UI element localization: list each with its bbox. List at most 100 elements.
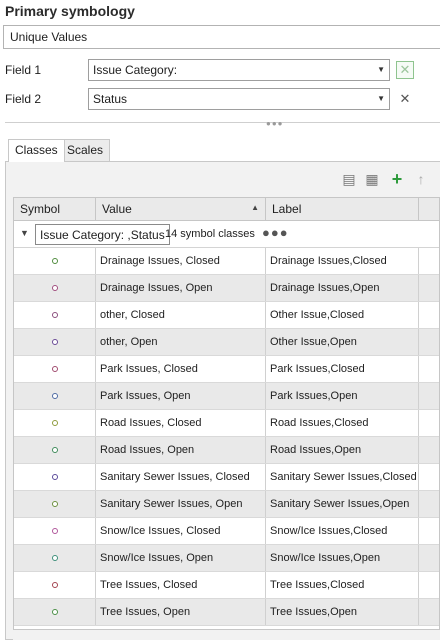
symbol-cell[interactable] bbox=[14, 410, 96, 436]
label-cell[interactable]: Park Issues,Closed bbox=[266, 356, 419, 382]
filler-cell bbox=[419, 545, 439, 571]
symbol-cell[interactable] bbox=[14, 248, 96, 274]
field1-value: Issue Category: bbox=[93, 63, 178, 77]
table-row[interactable]: other, Closed Other Issue,Closed bbox=[14, 302, 439, 329]
table-row[interactable]: Tree Issues, Closed Tree Issues,Closed bbox=[14, 572, 439, 599]
point-symbol-icon[interactable] bbox=[51, 447, 58, 453]
symbol-cell[interactable] bbox=[14, 491, 96, 517]
label-cell[interactable]: Drainage Issues,Open bbox=[266, 275, 419, 301]
column-header-symbol[interactable]: Symbol bbox=[14, 198, 96, 220]
filler-cell bbox=[419, 599, 439, 625]
table-row[interactable]: Snow/Ice Issues, Closed Snow/Ice Issues,C… bbox=[14, 518, 439, 545]
label-cell[interactable]: Road Issues,Open bbox=[266, 437, 419, 463]
import-symbology-icon[interactable]: ▦ bbox=[363, 170, 381, 188]
label-cell[interactable]: Snow/Ice Issues,Closed bbox=[266, 518, 419, 544]
filler-cell bbox=[419, 248, 439, 274]
table-view-icon[interactable]: ▤ bbox=[340, 170, 358, 188]
symbol-cell[interactable] bbox=[14, 437, 96, 463]
value-cell: Snow/Ice Issues, Open bbox=[96, 545, 266, 571]
add-class-icon[interactable]: + bbox=[388, 169, 406, 189]
label-cell[interactable]: Road Issues,Closed bbox=[266, 410, 419, 436]
point-symbol-icon[interactable] bbox=[51, 285, 58, 291]
group-header: ▼ Issue Category: ,Status 14 symbol clas… bbox=[14, 221, 439, 248]
filler-cell bbox=[419, 383, 439, 409]
symbol-cell[interactable] bbox=[14, 302, 96, 328]
point-symbol-icon[interactable] bbox=[51, 312, 58, 318]
point-symbol-icon[interactable] bbox=[51, 501, 58, 507]
table-row[interactable]: Drainage Issues, Open Drainage Issues,Ope… bbox=[14, 275, 439, 302]
table-row[interactable]: Park Issues, Open Park Issues,Open bbox=[14, 383, 439, 410]
symbol-cell[interactable] bbox=[14, 599, 96, 625]
symbol-cell[interactable] bbox=[14, 518, 96, 544]
label-cell[interactable]: Tree Issues,Closed bbox=[266, 572, 419, 598]
value-cell: Park Issues, Open bbox=[96, 383, 266, 409]
label-cell[interactable]: Other Issue,Open bbox=[266, 329, 419, 355]
chevron-down-icon: ▼ bbox=[377, 94, 385, 103]
value-cell: Sanitary Sewer Issues, Closed bbox=[96, 464, 266, 490]
point-symbol-icon[interactable] bbox=[51, 339, 58, 345]
symbol-cell[interactable] bbox=[14, 545, 96, 571]
symbol-cell[interactable] bbox=[14, 329, 96, 355]
point-symbol-icon[interactable] bbox=[51, 555, 58, 561]
label-cell[interactable]: Park Issues,Open bbox=[266, 383, 419, 409]
field2-label: Field 2 bbox=[5, 92, 42, 106]
splitter[interactable] bbox=[5, 122, 440, 123]
label-cell[interactable]: Drainage Issues,Closed bbox=[266, 248, 419, 274]
filler-cell bbox=[419, 356, 439, 382]
point-symbol-icon[interactable] bbox=[51, 420, 58, 426]
clear-field1-icon[interactable]: ✕ bbox=[396, 61, 414, 79]
label-cell[interactable]: Sanitary Sewer Issues,Open bbox=[266, 491, 419, 517]
table-row[interactable]: Tree Issues, Open Tree Issues,Open bbox=[14, 599, 439, 626]
point-symbol-icon[interactable] bbox=[51, 258, 58, 264]
filler-cell bbox=[419, 410, 439, 436]
more-options-icon[interactable]: ●●● bbox=[262, 225, 289, 240]
filler-cell bbox=[419, 518, 439, 544]
move-up-icon[interactable]: ↑ bbox=[412, 170, 430, 188]
value-cell: other, Closed bbox=[96, 302, 266, 328]
column-header-value-label: Value bbox=[102, 202, 132, 216]
field1-combo[interactable]: Issue Category: ▼ bbox=[88, 59, 390, 81]
label-cell[interactable]: Tree Issues,Open bbox=[266, 599, 419, 625]
table-row[interactable]: Drainage Issues, Closed Drainage Issues,C… bbox=[14, 248, 439, 275]
value-cell: Drainage Issues, Open bbox=[96, 275, 266, 301]
renderer-select[interactable]: Unique Values bbox=[3, 25, 440, 49]
collapse-chevron-icon[interactable]: ▼ bbox=[20, 228, 29, 238]
column-header-label[interactable]: Label bbox=[266, 198, 419, 220]
column-header-value[interactable]: Value ▲ bbox=[96, 198, 266, 220]
point-symbol-icon[interactable] bbox=[51, 393, 58, 399]
label-cell[interactable]: Snow/Ice Issues,Open bbox=[266, 545, 419, 571]
table-row[interactable]: Park Issues, Closed Park Issues,Closed bbox=[14, 356, 439, 383]
classes-grid: Symbol Value ▲ Label ▼ Issue Category: ,… bbox=[13, 197, 440, 630]
point-symbol-icon[interactable] bbox=[51, 609, 58, 615]
point-symbol-icon[interactable] bbox=[51, 582, 58, 588]
group-class-count: 14 symbol classes bbox=[165, 228, 255, 240]
tab-classes[interactable]: Classes bbox=[8, 139, 65, 162]
table-row[interactable]: other, Open Other Issue,Open bbox=[14, 329, 439, 356]
table-row[interactable]: Road Issues, Open Road Issues,Open bbox=[14, 437, 439, 464]
point-symbol-icon[interactable] bbox=[51, 366, 58, 372]
symbol-cell[interactable] bbox=[14, 275, 96, 301]
label-cell[interactable]: Sanitary Sewer Issues,Closed bbox=[266, 464, 419, 490]
table-row[interactable]: Sanitary Sewer Issues, Closed Sanitary Se… bbox=[14, 464, 439, 491]
symbol-cell[interactable] bbox=[14, 383, 96, 409]
grid-header: Symbol Value ▲ Label bbox=[14, 198, 439, 221]
filler-cell bbox=[419, 329, 439, 355]
point-symbol-icon[interactable] bbox=[51, 474, 58, 480]
filler-cell bbox=[419, 491, 439, 517]
field2-value: Status bbox=[93, 92, 128, 106]
class-rows: Drainage Issues, Closed Drainage Issues,C… bbox=[14, 248, 439, 626]
tab-scales[interactable]: Scales bbox=[60, 139, 111, 161]
point-symbol-icon[interactable] bbox=[51, 528, 58, 534]
table-row[interactable]: Sanitary Sewer Issues, Open Sanitary Sewe… bbox=[14, 491, 439, 518]
value-cell: Snow/Ice Issues, Closed bbox=[96, 518, 266, 544]
table-row[interactable]: Road Issues, Closed Road Issues,Closed bbox=[14, 410, 439, 437]
splitter-grip-icon[interactable]: ●●● bbox=[266, 119, 284, 128]
symbol-cell[interactable] bbox=[14, 464, 96, 490]
symbol-cell[interactable] bbox=[14, 356, 96, 382]
label-cell[interactable]: Other Issue,Closed bbox=[266, 302, 419, 328]
symbol-cell[interactable] bbox=[14, 572, 96, 598]
field2-combo[interactable]: Status ▼ bbox=[88, 88, 390, 110]
table-row[interactable]: Snow/Ice Issues, Open Snow/Ice Issues,Ope… bbox=[14, 545, 439, 572]
group-field-name[interactable]: Issue Category: ,Status bbox=[35, 224, 170, 245]
remove-field2-icon[interactable]: ✕ bbox=[396, 90, 414, 108]
